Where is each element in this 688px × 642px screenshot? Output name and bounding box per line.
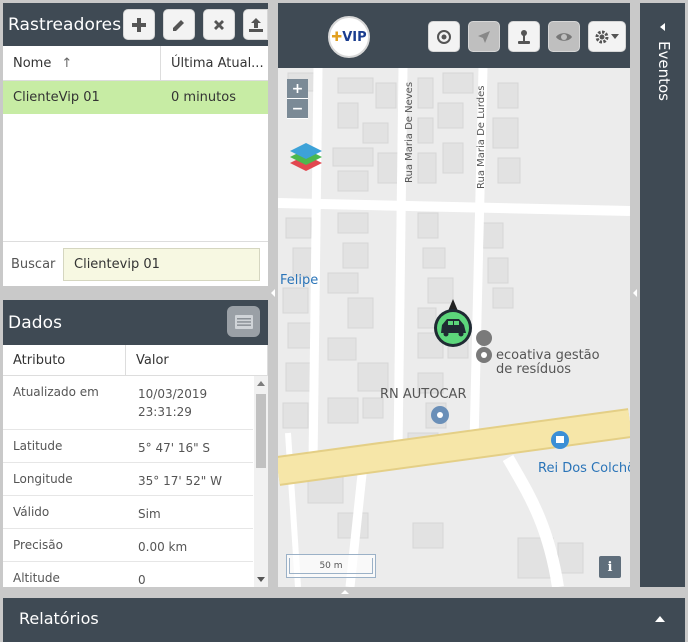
logo-text: VIP	[342, 29, 367, 45]
gear-icon	[595, 30, 609, 43]
upload-icon	[248, 17, 263, 32]
tracker-row[interactable]: ClienteVip 01 0 minutos	[3, 81, 268, 114]
sort-ascending-icon: ↑	[61, 56, 73, 71]
scale-label: 50 m	[319, 560, 343, 571]
attribute-cell: Válido	[13, 505, 50, 519]
recenter-button[interactable]	[428, 21, 460, 52]
scroll-up-icon[interactable]	[257, 381, 265, 386]
chevron-left-icon	[633, 289, 637, 297]
table-row: Precisão 0.00 km	[3, 529, 253, 562]
geofence-button[interactable]	[508, 21, 540, 52]
list-icon	[234, 314, 253, 329]
chevron-left-icon	[271, 289, 275, 297]
bottom-collapse-tab[interactable]	[320, 587, 370, 598]
poi-autocar-icon[interactable]	[431, 406, 449, 424]
map-scale: 50 m	[286, 554, 376, 578]
map-label-ecoativa-2: de resíduos	[496, 362, 572, 377]
settings-menu-button[interactable]	[588, 21, 626, 52]
table-row: Atualizado em 10/03/2019 23:31:29	[3, 376, 253, 430]
zoom-out-button[interactable]: −	[287, 99, 308, 119]
poi-rei-colchoes-icon[interactable]	[551, 431, 569, 449]
dados-title: Dados	[8, 312, 63, 333]
dados-panel: Dados Atributo Valor Atualizado em 10/03…	[3, 300, 268, 587]
value-cell: 10/03/2019 23:31:29	[138, 387, 208, 419]
map-label-rei-colchoes: Rei Dos Colchõ	[538, 461, 630, 476]
column-last-update[interactable]: Última Atual...	[161, 46, 268, 80]
value-cell: 0.00 km	[138, 540, 188, 554]
column-value[interactable]: Valor	[126, 345, 268, 375]
map-canvas[interactable]: Rua Maria De Neves Rua Maria De Lurdes	[278, 3, 630, 587]
map-toolbar: ✚ VIP	[278, 3, 630, 68]
remove-button[interactable]	[203, 9, 235, 40]
trackers-column-headers: Nome ↑ Última Atual...	[3, 46, 268, 81]
navigation-arrow-icon	[478, 30, 490, 43]
target-icon	[437, 29, 451, 44]
map-label-felipe: Felipe	[280, 273, 319, 288]
attribute-cell: Precisão	[13, 538, 63, 552]
remove-icon	[214, 19, 224, 30]
relatorios-title: Relatórios	[19, 609, 99, 628]
table-row: Longitude 35° 17' 52" W	[3, 463, 253, 496]
relatorios-panel[interactable]: Relatórios	[3, 598, 685, 642]
dados-scrollbar[interactable]	[254, 376, 268, 587]
map-label-ecoativa: ecoativa gestão	[496, 348, 600, 363]
trackers-title: Rastreadores	[8, 14, 122, 35]
edit-icon	[173, 19, 184, 31]
attribute-cell: Atualizado em	[13, 385, 99, 399]
trackers-panel: Rastreadores Nome ↑ Última Atual... Clie…	[3, 3, 268, 286]
dados-rows: Atualizado em 10/03/2019 23:31:29 Latitu…	[3, 376, 253, 587]
upload-button[interactable]	[243, 9, 268, 40]
map-info-button[interactable]: i	[599, 556, 621, 578]
value-cell: 0	[138, 573, 146, 587]
street-label-lurdes: Rua Maria De Lurdes	[476, 85, 487, 189]
tracker-last-update: 0 minutos	[171, 90, 236, 105]
attribute-cell: Longitude	[13, 472, 73, 486]
value-cell: Sim	[138, 507, 161, 521]
add-icon	[132, 17, 146, 32]
table-row: Latitude 5° 47' 16" S	[3, 430, 253, 463]
eventos-title: Eventos	[655, 41, 673, 101]
eye-icon	[556, 32, 572, 41]
dados-column-headers: Atributo Valor	[3, 345, 268, 376]
map-label-autocar: RN AUTOCAR	[380, 387, 467, 402]
chevron-up-icon	[655, 616, 665, 622]
attribute-cell: Altitude	[13, 571, 60, 585]
search-row: Buscar	[3, 241, 268, 286]
zoom-in-button[interactable]: +	[287, 79, 308, 99]
left-collapse-tab[interactable]	[268, 275, 278, 311]
columns-toggle-button[interactable]	[227, 306, 260, 337]
scroll-thumb[interactable]	[256, 394, 266, 468]
table-row: Válido Sim	[3, 496, 253, 529]
right-collapse-tab[interactable]	[630, 275, 640, 311]
logo-prefix: ✚	[331, 29, 343, 45]
tracker-name: ClienteVip 01	[13, 90, 100, 105]
eventos-panel[interactable]: Eventos	[640, 3, 685, 587]
edit-button[interactable]	[163, 9, 195, 40]
chevron-down-icon	[611, 33, 619, 39]
zoom-control: + −	[287, 79, 308, 120]
chevron-left-icon	[660, 23, 665, 31]
visibility-button[interactable]	[548, 21, 580, 52]
value-cell: 35° 17' 52" W	[138, 474, 222, 488]
attribute-cell: Latitude	[13, 439, 63, 453]
column-name-label: Nome	[13, 56, 52, 71]
brand-logo: ✚ VIP	[328, 16, 370, 58]
trackers-header: Rastreadores	[3, 3, 268, 46]
dados-header: Dados	[3, 300, 268, 345]
add-button[interactable]	[123, 9, 155, 40]
pin-icon	[518, 29, 530, 44]
value-cell: 5° 47' 16" S	[138, 441, 211, 455]
app-root: Rastreadores Nome ↑ Última Atual... Clie…	[0, 0, 688, 642]
street-label-neves: Rua Maria De Neves	[404, 82, 415, 183]
column-attribute[interactable]: Atributo	[3, 345, 126, 375]
column-name[interactable]: Nome ↑	[3, 46, 161, 80]
scroll-down-icon[interactable]	[257, 577, 265, 582]
map-area[interactable]: Rua Maria De Neves Rua Maria De Lurdes ✚…	[278, 3, 630, 587]
follow-button[interactable]	[468, 21, 500, 52]
search-input[interactable]	[63, 247, 260, 281]
table-row: Altitude 0	[3, 562, 253, 587]
search-label: Buscar	[11, 256, 56, 272]
chevron-up-icon	[341, 590, 349, 594]
